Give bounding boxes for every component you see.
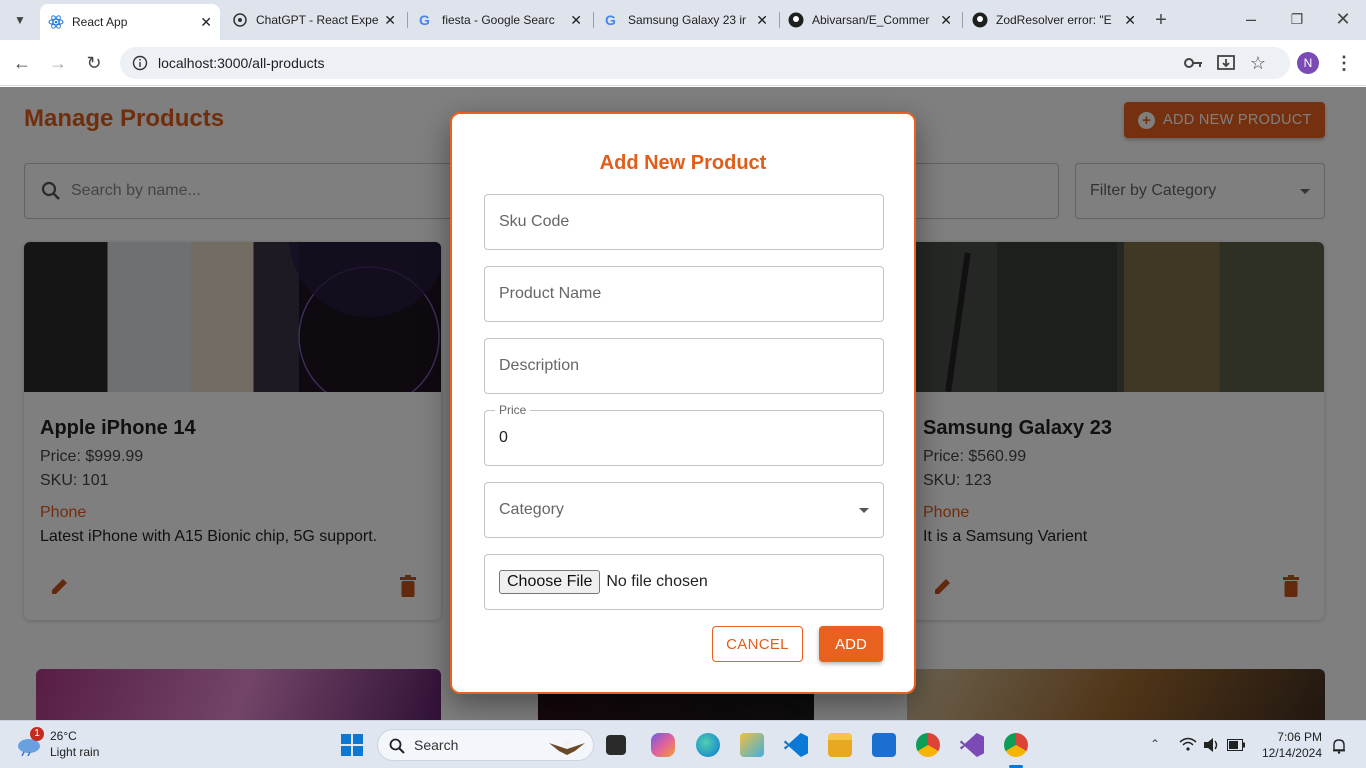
notification-bell-icon[interactable] bbox=[1331, 738, 1347, 754]
add-button[interactable]: ADD bbox=[819, 626, 883, 662]
wifi-icon[interactable] bbox=[1179, 737, 1197, 753]
chrome-icon[interactable] bbox=[916, 733, 940, 757]
system-clock[interactable]: 7:06 PM 12/14/2024 bbox=[1262, 729, 1322, 761]
tab-close-icon[interactable]: ✕ bbox=[570, 12, 582, 29]
url-field[interactable]: localhost:3000/all-products bbox=[120, 47, 1290, 79]
category-select[interactable]: Category bbox=[484, 482, 884, 538]
url-text: localhost:3000/all-products bbox=[158, 55, 325, 71]
weather-badge: 1 bbox=[30, 727, 44, 741]
tab-separator bbox=[962, 12, 963, 28]
tab-title: Samsung Galaxy 23 ir bbox=[628, 13, 747, 27]
install-app-icon[interactable] bbox=[1215, 52, 1237, 74]
react-icon bbox=[48, 15, 64, 29]
tab-github-ecommerce[interactable]: Abivarsan/E_Commer ✕ bbox=[780, 6, 960, 34]
sku-code-placeholder: Sku Code bbox=[499, 213, 570, 230]
tab-separator bbox=[407, 12, 408, 28]
chrome-profile-icon[interactable] bbox=[1004, 733, 1028, 757]
tab-title: React App bbox=[72, 15, 128, 29]
file-status: No file chosen bbox=[606, 573, 708, 590]
tab-google-samsung[interactable]: G Samsung Galaxy 23 ir ✕ bbox=[596, 6, 776, 34]
profile-avatar[interactable]: N bbox=[1297, 52, 1319, 74]
price-field[interactable]: Price 0 bbox=[484, 403, 884, 466]
tab-google-fiesta[interactable]: G fiesta - Google Searc ✕ bbox=[410, 6, 590, 34]
sku-code-field[interactable]: Sku Code bbox=[484, 194, 884, 250]
github-icon bbox=[788, 12, 804, 28]
volume-icon[interactable] bbox=[1203, 737, 1221, 753]
browser-tab-bar: ▼ React App ✕ ChatGPT - React Expe ✕ G f… bbox=[0, 0, 1366, 40]
address-bar: ← → ↻ localhost:3000/all-products ☆ N ⋮ bbox=[0, 40, 1366, 86]
windows-start-icon[interactable] bbox=[340, 733, 364, 757]
bird-icon bbox=[549, 739, 585, 755]
svg-text:G: G bbox=[419, 12, 430, 28]
product-name-placeholder: Product Name bbox=[499, 285, 602, 302]
google-icon: G bbox=[605, 12, 616, 28]
tab-chatgpt[interactable]: ChatGPT - React Expe ✕ bbox=[224, 6, 404, 34]
chatgpt-icon bbox=[233, 13, 247, 27]
tab-search-icon[interactable]: ▼ bbox=[9, 9, 31, 31]
reload-icon[interactable]: ↻ bbox=[83, 52, 105, 74]
page-content: Manage Products + ADD NEW PRODUCT Search… bbox=[0, 87, 1366, 720]
github-icon bbox=[972, 12, 988, 28]
weather-temp: 26°C bbox=[50, 729, 77, 743]
product-name-field[interactable]: Product Name bbox=[484, 266, 884, 322]
weather-widget[interactable]: 26°C Light rain bbox=[50, 728, 99, 760]
battery-icon[interactable] bbox=[1227, 739, 1245, 751]
bookmark-star-icon[interactable]: ☆ bbox=[1247, 52, 1269, 74]
weather-desc: Light rain bbox=[50, 745, 100, 759]
google-icon: G bbox=[419, 12, 430, 28]
microsoft-store-icon[interactable] bbox=[872, 733, 896, 757]
tab-close-icon[interactable]: ✕ bbox=[940, 12, 952, 29]
tab-close-icon[interactable]: ✕ bbox=[200, 14, 212, 31]
tab-title: ChatGPT - React Expe bbox=[256, 13, 379, 27]
tab-separator bbox=[593, 12, 594, 28]
choose-file-button[interactable]: Choose File bbox=[499, 570, 601, 594]
clock-time: 7:06 PM bbox=[1277, 730, 1322, 744]
tab-title: fiesta - Google Searc bbox=[442, 13, 555, 27]
dialog-title: Add New Product bbox=[599, 152, 767, 174]
tab-title: ZodResolver error: "E bbox=[996, 13, 1112, 27]
category-placeholder: Category bbox=[499, 501, 564, 518]
tab-close-icon[interactable]: ✕ bbox=[384, 12, 396, 29]
forward-icon[interactable]: → bbox=[47, 52, 69, 74]
tab-title: Abivarsan/E_Commer bbox=[812, 13, 930, 27]
site-info-icon[interactable] bbox=[132, 55, 148, 71]
description-placeholder: Description bbox=[499, 357, 580, 374]
password-key-icon[interactable] bbox=[1182, 52, 1204, 74]
dropdown-caret-icon bbox=[859, 508, 869, 513]
price-value: 0 bbox=[499, 429, 508, 446]
tab-close-icon[interactable]: ✕ bbox=[756, 12, 768, 29]
copilot-icon[interactable] bbox=[651, 733, 675, 757]
taskbar-search[interactable]: Search bbox=[377, 729, 594, 761]
search-icon bbox=[389, 738, 405, 754]
vscode-icon[interactable] bbox=[784, 733, 808, 757]
cancel-button[interactable]: CANCEL bbox=[712, 626, 803, 662]
tab-react-app[interactable]: React App ✕ bbox=[40, 4, 220, 40]
close-window-icon[interactable]: ✕ bbox=[1332, 8, 1354, 30]
file-input-field: Choose File No file chosen bbox=[484, 554, 884, 610]
add-product-dialog: Add New Product Sku Code Product Name De… bbox=[450, 112, 916, 694]
clock-date: 12/14/2024 bbox=[1261, 746, 1322, 760]
svg-text:G: G bbox=[605, 12, 616, 28]
minimize-icon[interactable]: – bbox=[1240, 8, 1262, 30]
snipping-tool-icon[interactable] bbox=[740, 733, 764, 757]
task-view-icon[interactable] bbox=[606, 735, 626, 755]
visual-studio-icon[interactable] bbox=[960, 733, 984, 757]
new-tab-icon[interactable]: + bbox=[1150, 9, 1172, 31]
restore-icon[interactable]: ❐ bbox=[1286, 8, 1308, 30]
edge-icon[interactable] bbox=[696, 733, 720, 757]
taskbar-search-label: Search bbox=[414, 737, 459, 753]
browser-menu-icon[interactable]: ⋮ bbox=[1333, 52, 1355, 74]
taskbar: 1 26°C Light rain Search ⌃ 7:06 PM 12/14… bbox=[0, 720, 1366, 768]
tab-github-zodresolver[interactable]: ZodResolver error: "E ✕ bbox=[964, 6, 1144, 34]
price-label: Price bbox=[495, 403, 531, 417]
show-hidden-icons-icon[interactable]: ⌃ bbox=[1144, 733, 1166, 755]
tab-close-icon[interactable]: ✕ bbox=[1124, 12, 1136, 29]
back-icon[interactable]: ← bbox=[11, 52, 33, 74]
description-field[interactable]: Description bbox=[484, 338, 884, 394]
file-explorer-icon[interactable] bbox=[828, 733, 852, 757]
